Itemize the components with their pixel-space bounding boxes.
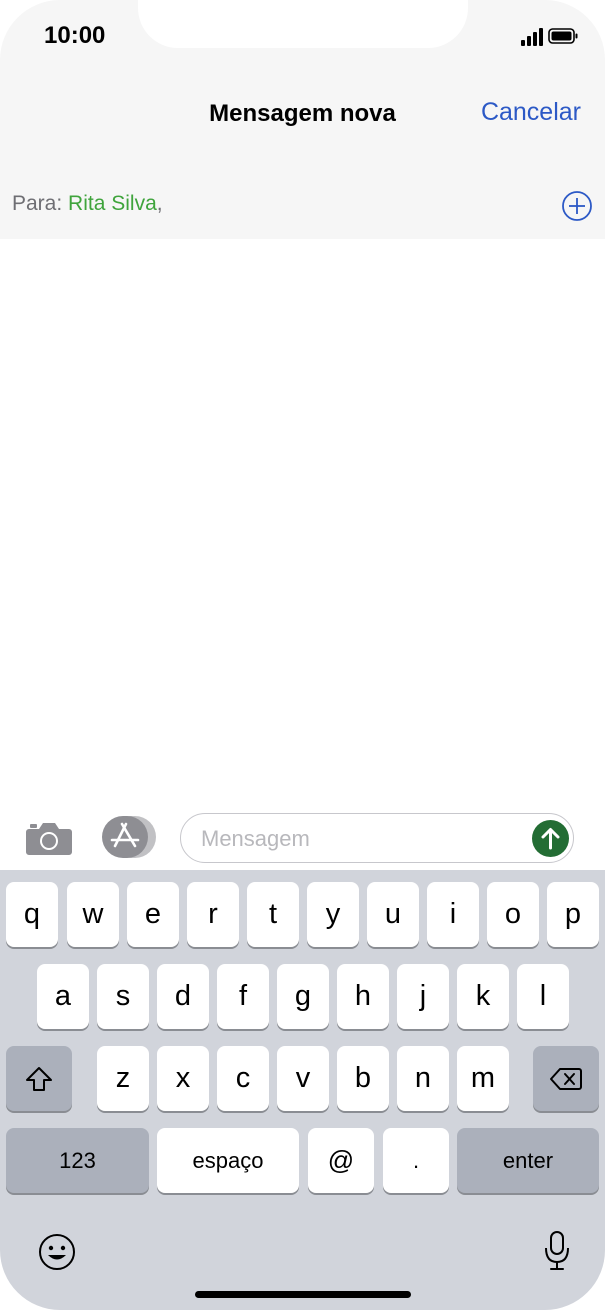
key-d[interactable]: d [157,964,209,1029]
at-key[interactable]: @ [308,1128,374,1193]
key-c[interactable]: c [217,1046,269,1111]
cancel-button[interactable]: Cancelar [481,98,581,127]
key-r[interactable]: r [187,882,239,947]
key-f[interactable]: f [217,964,269,1029]
dot-key[interactable]: . [383,1128,449,1193]
key-l[interactable]: l [517,964,569,1029]
shift-key[interactable] [6,1046,72,1111]
key-o[interactable]: o [487,882,539,947]
key-p[interactable]: p [547,882,599,947]
keyboard: q w e r t y u i o p a s d f g h j k l z … [0,870,605,1310]
phone-screen: 10:00 Mensagem nova Cancelar Para: Rita … [0,0,605,1310]
status-icons [519,24,579,50]
key-q[interactable]: q [6,882,58,947]
signal-icon [521,28,578,46]
key-e[interactable]: e [127,882,179,947]
recipient-line: Para: Rita Silva, [12,192,163,216]
home-indicator[interactable] [195,1291,411,1298]
plus-circle-icon[interactable] [561,190,593,222]
backspace-key[interactable] [533,1046,599,1111]
shift-icon [26,1066,52,1091]
backspace-icon [550,1067,582,1090]
recipient-token[interactable]: Rita Silva [68,192,157,215]
key-h[interactable]: h [337,964,389,1029]
key-n[interactable]: n [397,1046,449,1111]
status-time: 10:00 [44,22,106,49]
key-a[interactable]: a [37,964,89,1029]
key-i[interactable]: i [427,882,479,947]
microphone-icon[interactable] [543,1230,571,1272]
enter-key[interactable]: enter [457,1128,599,1193]
emoji-icon[interactable] [37,1232,77,1272]
app-store-icon[interactable] [102,816,156,858]
key-b[interactable]: b [337,1046,389,1111]
message-input-field[interactable] [180,813,574,863]
key-z[interactable]: z [97,1046,149,1111]
send-button[interactable] [532,820,569,857]
key-y[interactable]: y [307,882,359,947]
key-j[interactable]: j [397,964,449,1029]
space-key[interactable]: espaço [157,1128,299,1193]
recipient-separator: , [156,192,163,215]
battery-icon [548,28,578,44]
message-input[interactable] [199,822,523,856]
key-t[interactable]: t [247,882,299,947]
camera-icon[interactable] [25,819,73,857]
key-g[interactable]: g [277,964,329,1029]
numbers-key[interactable]: 123 [6,1128,149,1193]
key-m[interactable]: m [457,1046,509,1111]
key-w[interactable]: w [67,882,119,947]
send-arrow-icon [541,828,560,850]
key-k[interactable]: k [457,964,509,1029]
key-x[interactable]: x [157,1046,209,1111]
to-label: Para: [12,192,63,215]
key-u[interactable]: u [367,882,419,947]
key-s[interactable]: s [97,964,149,1029]
notch [138,0,468,48]
key-v[interactable]: v [277,1046,329,1111]
